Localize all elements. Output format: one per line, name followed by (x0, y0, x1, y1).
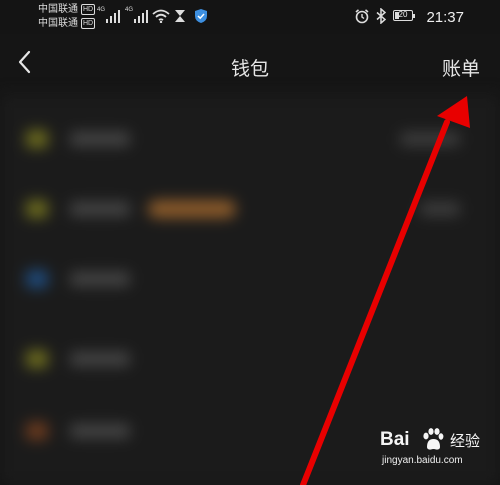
list-item[interactable] (0, 242, 500, 312)
paw-icon (423, 428, 444, 450)
list-item-icon (26, 350, 48, 368)
page-title: 钱包 (230, 59, 269, 80)
list-item[interactable] (0, 102, 500, 172)
baidu-jingyan-watermark: Bai 经验 jingyan.baidu.com (380, 425, 496, 481)
list-item[interactable] (0, 322, 500, 392)
status-time: 21:37 (426, 9, 464, 26)
list-item-icon (26, 422, 48, 440)
bill-button[interactable]: 账单 (442, 54, 480, 81)
app-header: 钱包 账单 (0, 34, 500, 94)
signal-icon: 4G (125, 7, 150, 23)
watermark-url: jingyan.baidu.com (382, 455, 463, 466)
carrier-label-1: 中国联通 HD (38, 4, 96, 15)
carrier-label-2: 中国联通 HD (38, 18, 96, 29)
battery-icon: 20 (393, 10, 415, 21)
hourglass-icon (175, 10, 185, 22)
alarm-icon (355, 9, 369, 24)
list-item-icon (26, 130, 48, 148)
wifi-icon (152, 9, 170, 23)
bluetooth-icon (376, 8, 387, 24)
list-item[interactable] (0, 172, 500, 242)
status-bar: 中国联通 HD 中国联通 HD 4G 4G 20 21:37 (0, 0, 500, 34)
watermark-logo: Bai (380, 429, 410, 450)
hd-badge: HD (81, 4, 96, 15)
shield-icon (195, 9, 207, 23)
promo-badge (148, 200, 236, 218)
watermark-cn-text: 经验 (450, 433, 481, 450)
list-item-icon (26, 200, 48, 218)
hd-badge: HD (81, 18, 96, 29)
list-item-icon (26, 270, 48, 288)
battery-level: 20 (398, 10, 408, 19)
signal-icon: 4G (97, 7, 122, 23)
